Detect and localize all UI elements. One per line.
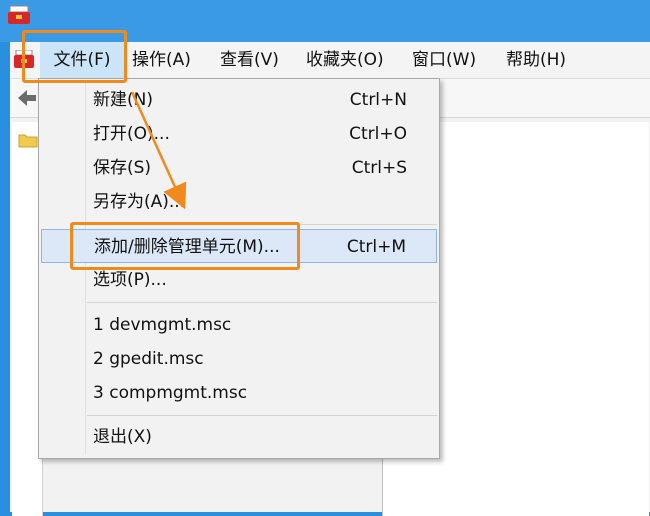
menu-item-label: 打开(O)... — [93, 124, 170, 144]
menu-item-save-as[interactable]: 另存为(A)... — [41, 185, 437, 219]
menu-item-recent-2[interactable]: 2 gpedit.msc — [41, 342, 437, 376]
menu-item-label: 1 devmgmt.msc — [93, 315, 232, 335]
menu-window[interactable]: 窗口(W) — [412, 42, 476, 78]
menu-item-label: 2 gpedit.msc — [93, 349, 204, 369]
menu-item-shortcut: Ctrl+N — [349, 90, 407, 110]
menu-item-label: 新建(N) — [93, 90, 153, 110]
folder-icon — [18, 134, 38, 148]
snapin-highlight-box — [70, 222, 300, 270]
menu-favorites[interactable]: 收藏夹(O) — [306, 42, 384, 78]
menu-separator — [87, 415, 437, 416]
menu-item-save[interactable]: 保存(S) Ctrl+S — [41, 151, 437, 185]
menu-item-label: 3 compmgmt.msc — [93, 383, 248, 403]
mmc-toolbox-icon — [8, 5, 30, 24]
menu-item-recent-1[interactable]: 1 devmgmt.msc — [41, 308, 437, 342]
menu-item-new[interactable]: 新建(N) Ctrl+N — [41, 83, 437, 117]
menu-item-label: 保存(S) — [93, 158, 152, 178]
menu-view[interactable]: 查看(V) — [220, 42, 279, 78]
menu-separator — [87, 302, 437, 303]
back-arrow-icon[interactable] — [16, 87, 38, 109]
menu-item-open[interactable]: 打开(O)... Ctrl+O — [41, 117, 437, 151]
menu-item-recent-3[interactable]: 3 compmgmt.msc — [41, 376, 437, 410]
menu-item-exit[interactable]: 退出(X) — [41, 420, 437, 454]
menu-item-shortcut: Ctrl+S — [351, 158, 407, 178]
menu-item-shortcut: Ctrl+O — [349, 124, 407, 144]
menu-item-label: 另存为(A)... — [93, 192, 186, 212]
menu-help[interactable]: 帮助(H) — [506, 42, 566, 78]
menu-item-shortcut: Ctrl+M — [346, 237, 406, 257]
menu-action[interactable]: 操作(A) — [132, 42, 191, 78]
menu-item-label: 退出(X) — [93, 427, 152, 447]
file-menu-highlight-box — [22, 30, 127, 83]
